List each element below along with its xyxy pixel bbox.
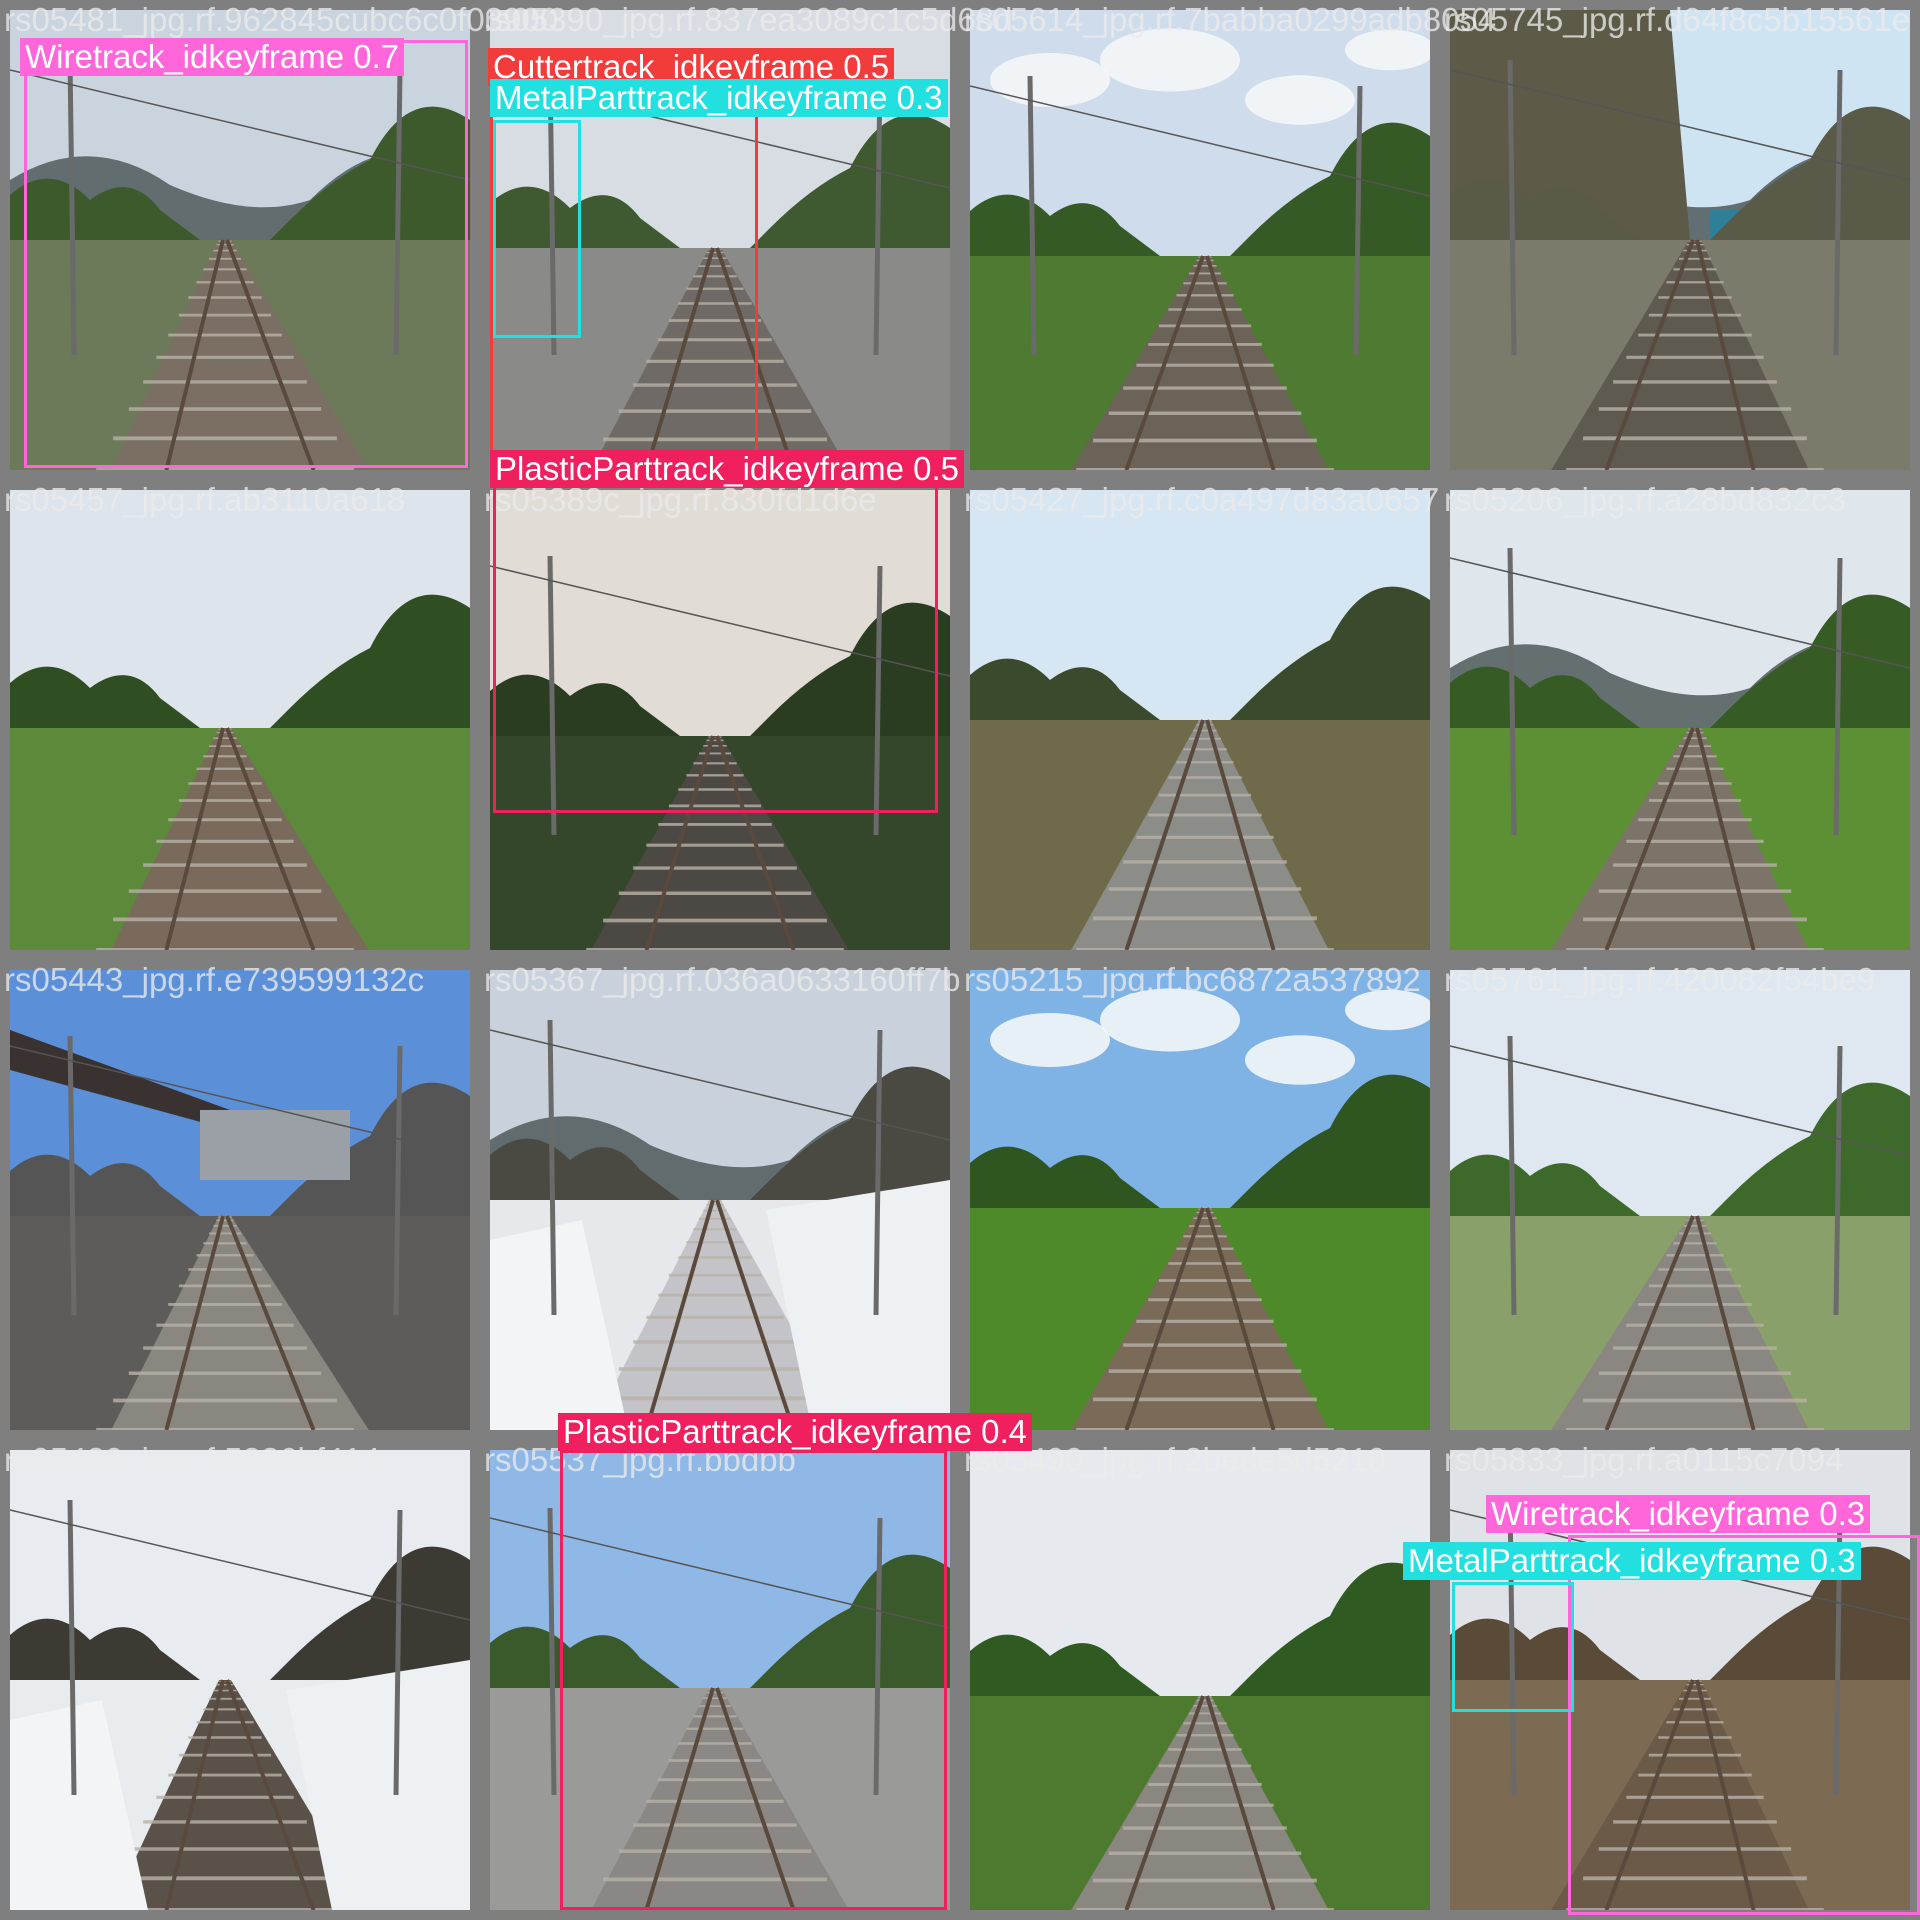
tile-filename: rs05215_jpg.rf.bc6872a537892 [964, 961, 1421, 998]
detection-box [493, 485, 938, 813]
tile-filename: rs05761_jpg.rf.420082f54be9 [1444, 961, 1876, 998]
detection-box [1568, 1535, 1920, 1915]
tile-filename: rs05367_jpg.rf.036a0633160ff7b [484, 961, 961, 998]
detection-label: PlasticParttrack_idkeyframe 0.4 [558, 1413, 1033, 1451]
detection-label: MetalParttrack_idkeyframe 0.3 [1403, 1542, 1861, 1580]
tile-filename: rs05443_jpg.rf.e739599132c [4, 961, 425, 998]
detection-label: PlasticParttrack_idkeyframe 0.5 [490, 450, 965, 488]
tile-filename: rs05833_jpg.rf.a0115c7094 [1444, 1441, 1844, 1478]
tile-filename: rs05481_jpg.rf.962845cubc6c0f03900 [4, 1, 559, 38]
detection-box [493, 120, 581, 338]
tile-filename: rs05420_jpg.rf.5226bf414 [4, 1441, 381, 1478]
tile-filename: rs05614_jpg.rf.7babba0299adb8054 [964, 1, 1497, 38]
detection-box [24, 40, 468, 468]
detection-label: MetalParttrack_idkeyframe 0.3 [490, 79, 948, 117]
tile-filename: rs05457_jpg.rf.ab3110a618 [4, 481, 406, 518]
tile-filename: rs05390_jpg.rf.837ea3089c1c5d68d [484, 1, 1013, 38]
tile-filename: rs05427_jpg.rf.c0a497d83a0657 [964, 481, 1440, 518]
detection-overlay: rs05481_jpg.rf.962845cubc6c0f03900 rs0539… [0, 0, 1920, 1920]
tile-filename: rs05206_jpg.rf.a28bd832c3 [1444, 481, 1846, 518]
detection-box [560, 1450, 947, 1910]
tile-filename: rs05745_jpg.rf.d64f8c5b15561e [1444, 1, 1911, 38]
detection-label: Wiretrack_idkeyframe 0.3 [1486, 1495, 1871, 1533]
detection-label: Wiretrack_idkeyframe 0.7 [20, 38, 405, 76]
detection-box [1452, 1582, 1574, 1712]
detection-mosaic: rs05481_jpg.rf.962845cubc6c0f03900 rs0539… [0, 0, 1920, 1920]
detection-box [490, 68, 758, 488]
